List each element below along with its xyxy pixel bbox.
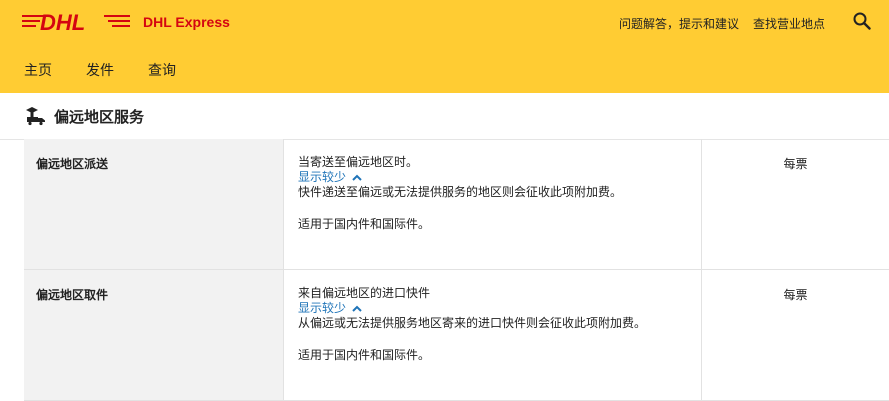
section-title: 偏远地区服务: [54, 107, 145, 126]
surcharge-table: 偏远地区派送 当寄送至偏远地区时。 显示较少 快件递送至偏远或无法提供服务的地区…: [24, 139, 889, 401]
faq-link[interactable]: 问题解答，提示和建议: [619, 15, 739, 32]
nav-ship[interactable]: 发件: [86, 60, 114, 80]
brand-name: DHL Express: [143, 14, 230, 30]
table-row: 偏远地区派送 当寄送至偏远地区时。 显示较少 快件递送至偏远或无法提供服务的地区…: [24, 139, 889, 270]
toggle-label: 显示较少: [298, 170, 347, 184]
nav-track[interactable]: 查询: [148, 60, 176, 80]
toggle-label: 显示较少: [298, 301, 347, 315]
row-summary: 当寄送至偏远地区时。: [298, 155, 419, 169]
row-detail: 快件递送至偏远或无法提供服务的地区则会征收此项附加费。: [298, 185, 623, 199]
nav-home[interactable]: 主页: [24, 60, 52, 80]
delivery-truck-icon: [26, 107, 45, 126]
chevron-up-icon: [352, 305, 362, 312]
row-unit: 每票: [783, 157, 808, 171]
row-description: 来自偏远地区的进口快件 显示较少 从偏远或无法提供服务地区寄来的进口快件则会征收…: [284, 270, 702, 400]
show-less-toggle[interactable]: 显示较少: [298, 170, 362, 185]
top-header: DHL DHL Express 问题解答，提示和建议 查找营业地点: [0, 0, 889, 47]
main-nav: 主页 发件 查询: [0, 47, 889, 93]
dhl-logo[interactable]: DHL: [22, 10, 132, 36]
section-header: 偏远地区服务: [0, 93, 889, 140]
row-note: 适用于国内件和国际件。: [298, 217, 431, 231]
find-location-link[interactable]: 查找营业地点: [753, 15, 825, 32]
row-name: 偏远地区派送: [24, 139, 284, 269]
show-less-toggle[interactable]: 显示较少: [298, 301, 362, 316]
row-detail: 从偏远或无法提供服务地区寄来的进口快件则会征收此项附加费。: [298, 316, 647, 330]
search-icon[interactable]: [853, 12, 871, 30]
top-links: 问题解答，提示和建议 查找营业地点: [619, 15, 825, 32]
row-name: 偏远地区取件: [24, 270, 284, 400]
svg-text:DHL: DHL: [40, 10, 85, 35]
row-unit: 每票: [783, 288, 808, 302]
row-description: 当寄送至偏远地区时。 显示较少 快件递送至偏远或无法提供服务的地区则会征收此项附…: [284, 139, 702, 269]
row-note: 适用于国内件和国际件。: [298, 348, 431, 362]
chevron-up-icon: [352, 174, 362, 181]
row-summary: 来自偏远地区的进口快件: [298, 286, 431, 300]
table-row: 偏远地区取件 来自偏远地区的进口快件 显示较少 从偏远或无法提供服务地区寄来的进…: [24, 270, 889, 401]
